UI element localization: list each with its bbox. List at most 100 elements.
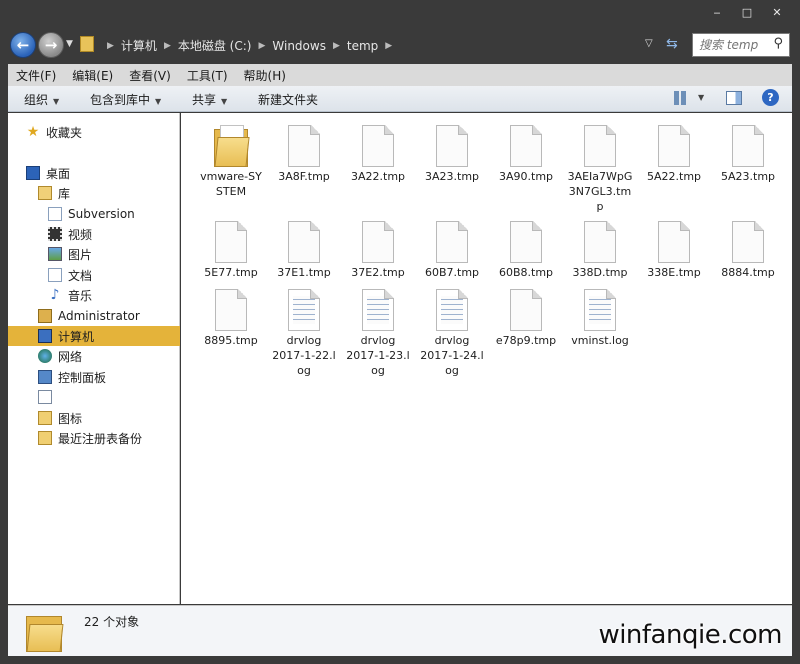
nav-label: Subversion [68, 207, 135, 221]
file-name: e78p9.tmp [495, 334, 557, 347]
nav-icons-folder[interactable]: 图标 [8, 408, 180, 428]
nav-computer[interactable]: 计算机 [8, 326, 180, 346]
address-history-dropdown[interactable]: ▽ [645, 38, 653, 49]
tmp-file-icon [584, 125, 616, 167]
share-label: 共享 [192, 93, 217, 107]
forward-button[interactable]: → [38, 32, 64, 58]
file-item[interactable]: 60B8.tmp [490, 221, 562, 280]
new-folder-label: 新建文件夹 [258, 93, 319, 107]
tmp-file-icon [510, 125, 542, 167]
file-name: STEM [215, 185, 247, 198]
tmp-file-icon [362, 125, 394, 167]
breadcrumb-local-disk[interactable]: 本地磁盘 (C:) [178, 37, 252, 54]
nav-label: 库 [58, 186, 71, 201]
nav-documents[interactable]: 文档 [8, 265, 180, 285]
help-icon[interactable]: ? [762, 89, 779, 106]
breadcrumb: ▶ 计算机 ▶ 本地磁盘 (C:) ▶ Windows ▶ temp ▶ [100, 37, 399, 54]
nav-subversion[interactable]: Subversion [8, 204, 180, 224]
file-item[interactable]: 37E2.tmp [342, 221, 414, 280]
file-item[interactable]: 338E.tmp [638, 221, 710, 280]
file-item[interactable]: vmware-SY STEM [195, 125, 267, 199]
file-item[interactable]: 3A8F.tmp [268, 125, 340, 184]
nav-control-panel[interactable]: 控制面板 [8, 367, 180, 387]
menu-file[interactable]: 文件(F) [16, 67, 56, 84]
share-button[interactable]: 共享 ▼ [192, 91, 227, 108]
folder-icon [214, 125, 250, 167]
file-item[interactable]: drvlog 2017-1-24.l og [416, 289, 488, 378]
back-button[interactable]: ← [10, 32, 36, 58]
chevron-right-icon[interactable]: ▶ [258, 41, 265, 51]
log-file-icon [584, 289, 616, 331]
folder-icon [26, 612, 64, 652]
close-button[interactable]: ✕ [762, 4, 792, 22]
file-item[interactable]: 3A90.tmp [490, 125, 562, 184]
search-box[interactable]: ⚲ [692, 33, 790, 57]
file-item[interactable]: 3A23.tmp [416, 125, 488, 184]
nav-recycle-bin[interactable] [8, 387, 180, 407]
nav-label: 视频 [68, 227, 93, 242]
file-item[interactable]: e78p9.tmp [490, 289, 562, 348]
tmp-file-icon [288, 125, 320, 167]
documents-icon [48, 268, 62, 282]
file-item[interactable]: 37E1.tmp [268, 221, 340, 280]
nav-desktop[interactable]: 桌面 [8, 163, 180, 183]
file-item[interactable]: 8895.tmp [195, 289, 267, 348]
file-name: 338D.tmp [572, 266, 628, 279]
file-item[interactable]: 3AEIa7WpG 3N7GL3.tm p [564, 125, 636, 214]
file-item[interactable]: 5A23.tmp [712, 125, 784, 184]
chevron-right-icon[interactable]: ▶ [107, 41, 114, 51]
include-in-library-button[interactable]: 包含到库中 ▼ [90, 91, 161, 108]
minimize-button[interactable]: ‒ [702, 4, 732, 22]
menu-help[interactable]: 帮助(H) [244, 67, 286, 84]
change-view-icon[interactable] [674, 91, 688, 105]
menu-edit[interactable]: 编辑(E) [72, 67, 113, 84]
music-note-icon: ♪ [50, 287, 60, 303]
chevron-right-icon[interactable]: ▶ [385, 41, 392, 51]
new-folder-button[interactable]: 新建文件夹 [258, 91, 318, 108]
tmp-file-icon [215, 289, 247, 331]
file-item[interactable]: 5A22.tmp [638, 125, 710, 184]
nav-library[interactable]: 库 [8, 183, 180, 203]
file-item[interactable]: 5E77.tmp [195, 221, 267, 280]
file-name: 60B7.tmp [424, 266, 480, 279]
menu-view[interactable]: 查看(V) [129, 67, 171, 84]
refresh-icon[interactable]: ⇆ [666, 36, 678, 52]
file-name: vminst.log [571, 334, 629, 347]
breadcrumb-windows[interactable]: Windows [272, 39, 326, 53]
nav-network[interactable]: 网络 [8, 346, 180, 366]
nav-administrator[interactable]: Administrator [8, 306, 180, 326]
maximize-button[interactable]: □ [732, 4, 762, 22]
file-item[interactable]: 8884.tmp [712, 221, 784, 280]
file-item[interactable]: 338D.tmp [564, 221, 636, 280]
file-name: 3A22.tmp [350, 170, 406, 183]
recycle-bin-icon [38, 390, 52, 404]
chevron-right-icon[interactable]: ▶ [164, 41, 171, 51]
search-input[interactable] [693, 34, 765, 56]
preview-pane-icon[interactable] [726, 91, 742, 105]
file-item[interactable]: vminst.log [564, 289, 636, 348]
nav-music[interactable]: ♪ 音乐 [8, 285, 180, 305]
log-file-icon [436, 289, 468, 331]
file-name: 37E2.tmp [351, 266, 405, 279]
network-icon [38, 349, 52, 363]
recent-pages-dropdown[interactable]: ▼ [66, 39, 73, 49]
file-item[interactable]: drvlog 2017-1-23.l og [342, 289, 414, 378]
search-icon[interactable]: ⚲ [773, 36, 783, 51]
breadcrumb-temp[interactable]: temp [347, 39, 378, 53]
subversion-icon [48, 207, 62, 221]
file-name: og [445, 364, 459, 377]
nav-pictures[interactable]: 图片 [8, 244, 180, 264]
chevron-right-icon[interactable]: ▶ [333, 41, 340, 51]
organize-button[interactable]: 组织 ▼ [24, 91, 59, 108]
file-item[interactable]: 3A22.tmp [342, 125, 414, 184]
file-item[interactable]: drvlog 2017-1-22.l og [268, 289, 340, 378]
back-arrow-icon: ← [16, 36, 30, 54]
menu-tools[interactable]: 工具(T) [187, 67, 228, 84]
nav-video[interactable]: 视频 [8, 224, 180, 244]
breadcrumb-computer[interactable]: 计算机 [121, 37, 157, 54]
chevron-down-icon: ▼ [53, 97, 60, 106]
nav-favorites[interactable]: ★ 收藏夹 [8, 122, 180, 142]
file-item[interactable]: 60B7.tmp [416, 221, 488, 280]
nav-registry-backup-folder[interactable]: 最近注册表备份 [8, 428, 180, 448]
chevron-down-icon[interactable]: ▼ [698, 93, 704, 102]
